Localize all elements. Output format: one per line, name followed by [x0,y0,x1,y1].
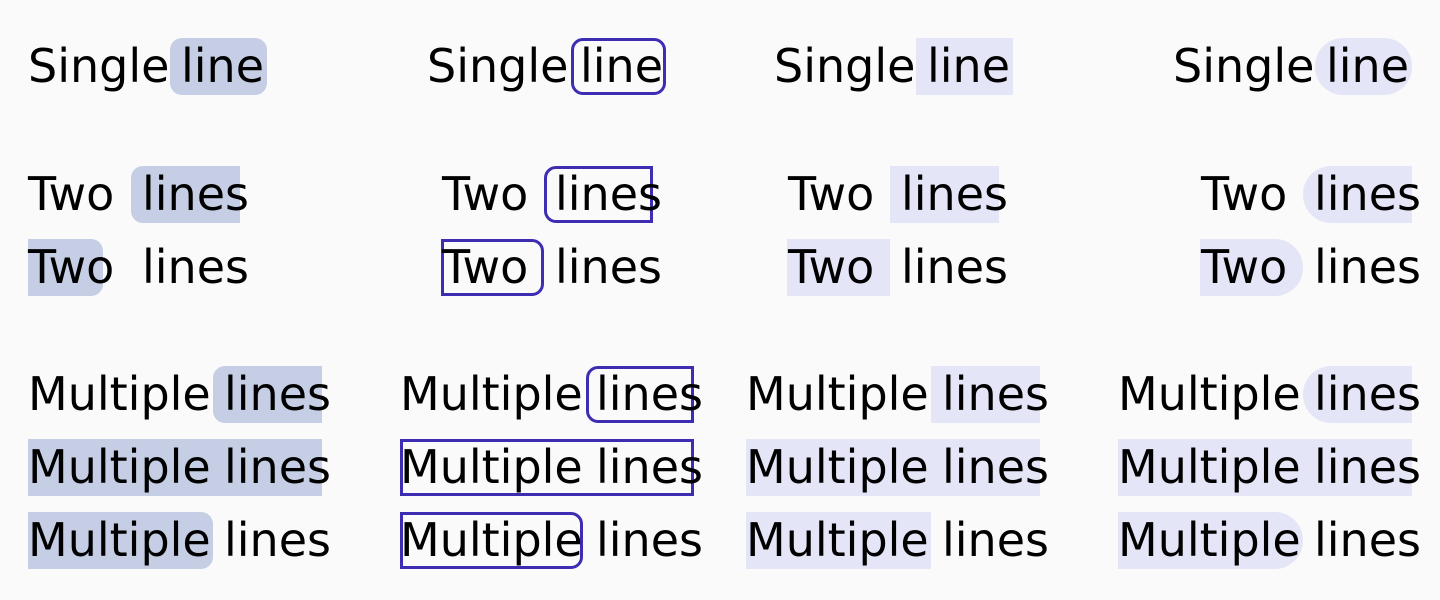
text-two-lines-2-word-1: Two [788,240,875,294]
text-multiple-lines-1-word-2: lines [1314,367,1421,421]
text-two-lines-2-word-2: lines [1314,240,1421,294]
text-two-lines-1-word-1: Two [1201,167,1288,221]
text-single-line-word-2: line [1326,39,1410,93]
text-two-lines-2-word-1: Two [28,240,115,294]
text-multiple-lines-3-word-1: Multiple [746,513,929,567]
col-1: Single line Two lines Two lines Multiple… [0,0,360,600]
text-multiple-lines-2-word-2: lines [1314,440,1421,494]
text-two-lines-1-word-1: Two [788,167,875,221]
text-two-lines-1-word-2: lines [142,167,249,221]
text-multiple-lines-2-word-1: Multiple [28,440,211,494]
text-two-lines-2-word-2: lines [555,240,662,294]
text-two-lines-1-word-2: lines [901,167,1008,221]
text-two-lines-1-word-2: lines [1314,167,1421,221]
text-multiple-lines-3-word-1: Multiple [1118,513,1301,567]
text-single-line-word-2: line [927,39,1011,93]
text-single-line-word-2: line [580,39,664,93]
text-multiple-lines-1-word-1: Multiple [1118,367,1301,421]
text-multiple-lines-1-word-1: Multiple [28,367,211,421]
text-two-lines-1-word-1: Two [28,167,115,221]
text-two-lines-1-word-1: Two [442,167,529,221]
text-multiple-lines-2-word-1: Multiple [1118,440,1301,494]
text-single-line-word-1: Single [427,39,569,93]
text-multiple-lines-2-word-1: Multiple [746,440,929,494]
text-multiple-lines-1-word-2: lines [224,367,331,421]
text-multiple-lines-1-word-1: Multiple [400,367,583,421]
text-single-line-word-1: Single [1173,39,1315,93]
text-two-lines-1-word-2: lines [555,167,662,221]
text-multiple-lines-3-word-2: lines [224,513,331,567]
text-multiple-lines-2-word-2: lines [596,440,703,494]
text-single-line-word-2: line [181,39,265,93]
text-multiple-lines-3-word-1: Multiple [400,513,583,567]
text-two-lines-2-word-2: lines [901,240,1008,294]
text-multiple-lines-1-word-2: lines [596,367,703,421]
text-multiple-lines-1-word-2: lines [942,367,1049,421]
col-3: Single line Two lines Two lines Multiple… [720,0,1080,600]
text-multiple-lines-2-word-1: Multiple [400,440,583,494]
text-single-line-word-1: Single [774,39,916,93]
text-multiple-lines-3-word-2: lines [596,513,703,567]
text-multiple-lines-2-word-2: lines [942,440,1049,494]
text-multiple-lines-2-word-2: lines [224,440,331,494]
col-2: Single line Two lines Two lines Multiple… [360,0,720,600]
col-4: Single line Two lines Two lines Multiple… [1080,0,1440,600]
text-two-lines-2-word-1: Two [1201,240,1288,294]
text-single-line-word-1: Single [28,39,170,93]
text-two-lines-2-word-2: lines [142,240,249,294]
text-two-lines-2-word-1: Two [442,240,529,294]
text-multiple-lines-3-word-2: lines [942,513,1049,567]
text-multiple-lines-3-word-2: lines [1314,513,1421,567]
text-multiple-lines-1-word-1: Multiple [746,367,929,421]
text-multiple-lines-3-word-1: Multiple [28,513,211,567]
